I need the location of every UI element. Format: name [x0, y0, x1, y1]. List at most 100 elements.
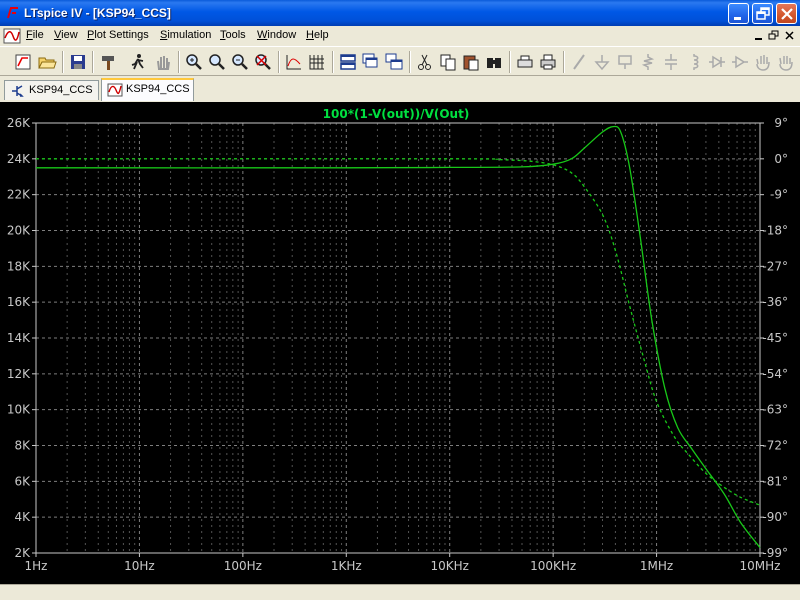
- left-axis-ticks: 26K 24K 22K 20K 18K 16K 14K 12K 10K 8K 6K 4K 2K: [7, 116, 36, 560]
- zoom-fit-icon[interactable]: [253, 52, 273, 72]
- x-tick-label: 10KHz: [430, 559, 468, 573]
- y-right-tick-label: -99°: [762, 546, 788, 560]
- restore-button[interactable]: [752, 3, 773, 24]
- y-left-tick-label: 4K: [14, 510, 31, 524]
- y-left-tick-label: 12K: [7, 367, 31, 381]
- ground-icon[interactable]: [592, 52, 612, 72]
- y-left-tick-label: 6K: [14, 474, 31, 488]
- tile-vertical-icon[interactable]: [384, 52, 404, 72]
- close-button[interactable]: [776, 3, 797, 24]
- toolbar: [0, 46, 800, 76]
- waveform-icon: [107, 83, 123, 97]
- print-setup-icon[interactable]: [515, 52, 535, 72]
- print-icon[interactable]: [538, 52, 558, 72]
- menu-plot-settings[interactable]: Plot Settings: [87, 29, 149, 41]
- y-left-tick-label: 14K: [7, 331, 31, 345]
- x-axis-ticks: 1Hz 10Hz 100Hz 1KHz 10KHz 100KHz 1MHz 10MHz: [25, 553, 781, 573]
- x-tick-label: 1KHz: [331, 559, 362, 573]
- y-right-tick-label: -72°: [762, 439, 788, 453]
- minimize-button[interactable]: [728, 3, 749, 24]
- x-tick-label: 1MHz: [640, 559, 673, 573]
- tab-schematic[interactable]: KSP94_CCS: [4, 80, 99, 100]
- menu-simulation[interactable]: Simulation: [160, 29, 211, 41]
- zoom-out-icon[interactable]: [230, 52, 250, 72]
- menu-help[interactable]: Help: [306, 29, 329, 41]
- y-left-tick-label: 10K: [7, 403, 31, 417]
- component-icon[interactable]: [730, 52, 750, 72]
- tile-horizontal-icon[interactable]: [338, 52, 358, 72]
- mdi-minimize-button[interactable]: [752, 29, 766, 42]
- cut-scissors-icon[interactable]: [415, 52, 435, 72]
- y-left-tick-label: 24K: [7, 152, 31, 166]
- document-tab-bar: KSP94_CCS KSP94_CCS: [0, 77, 800, 101]
- schematic-icon: [10, 84, 26, 98]
- zoom-in-icon[interactable]: [207, 52, 227, 72]
- zoom-area-icon[interactable]: [184, 52, 204, 72]
- y-right-tick-label: 9°: [774, 116, 788, 130]
- status-bar: [0, 584, 800, 600]
- y-right-tick-label: -45°: [762, 331, 788, 345]
- control-panel-hammer-icon[interactable]: [99, 52, 119, 72]
- y-right-tick-label: -63°: [762, 403, 788, 417]
- y-right-tick-label: -90°: [762, 510, 788, 524]
- ltspice-logo-icon: [5, 5, 21, 21]
- y-right-tick-label: -54°: [762, 367, 788, 381]
- diode-icon[interactable]: [707, 52, 727, 72]
- x-tick-label: 10MHz: [740, 559, 781, 573]
- x-tick-label: 100Hz: [224, 559, 262, 573]
- find-binoculars-icon[interactable]: [484, 52, 504, 72]
- mdi-close-button[interactable]: [783, 29, 797, 42]
- waveform-plot-pane[interactable]: 100*(1-V(out))/V(Out) 26K 24K 22K 20K 18K 16K…: [0, 102, 800, 584]
- y-left-tick-label: 22K: [7, 188, 31, 202]
- plot-grid: [36, 123, 760, 553]
- right-axis-ticks: 9° 0° -9° -18° -27° -36° -45° -54° -63° -72° -81° -…: [760, 116, 788, 560]
- y-left-tick-label: 2K: [14, 546, 31, 560]
- tab-waveform-label: KSP94_CCS: [126, 83, 190, 95]
- waveform-window-icon[interactable]: [3, 28, 21, 44]
- copy-icon[interactable]: [438, 52, 458, 72]
- run-icon[interactable]: [128, 52, 148, 72]
- trace-expression-label[interactable]: 100*(1-V(out))/V(Out): [323, 107, 470, 121]
- y-right-tick-label: -27°: [762, 259, 788, 273]
- tab-schematic-label: KSP94_CCS: [29, 84, 93, 96]
- mdi-restore-button[interactable]: [767, 29, 781, 42]
- x-tick-label: 10Hz: [124, 559, 155, 573]
- y-right-tick-label: -81°: [762, 474, 788, 488]
- y-left-tick-label: 20K: [7, 224, 31, 238]
- resistor-icon[interactable]: [638, 52, 658, 72]
- window-title: LTspice IV - [KSP94_CCS]: [24, 6, 171, 20]
- y-right-tick-label: 0°: [774, 152, 788, 166]
- autorange-icon[interactable]: [284, 52, 304, 72]
- paste-icon[interactable]: [461, 52, 481, 72]
- grid-icon[interactable]: [307, 52, 327, 72]
- y-right-tick-label: -36°: [762, 295, 788, 309]
- tab-waveform[interactable]: KSP94_CCS: [101, 78, 194, 101]
- menu-file[interactable]: File: [26, 29, 44, 41]
- x-tick-label: 1Hz: [25, 559, 48, 573]
- menu-bar: File View Plot Settings Simulation Tools…: [0, 26, 800, 46]
- label-net-icon[interactable]: [615, 52, 635, 72]
- halt-hand-icon[interactable]: [153, 52, 173, 72]
- y-right-tick-label: -9°: [770, 188, 788, 202]
- y-left-tick-label: 18K: [7, 259, 31, 273]
- capacitor-icon[interactable]: [661, 52, 681, 72]
- title-bar[interactable]: LTspice IV - [KSP94_CCS]: [0, 0, 800, 26]
- y-left-tick-label: 26K: [7, 116, 31, 130]
- x-tick-label: 100KHz: [530, 559, 576, 573]
- inductor-icon[interactable]: [684, 52, 704, 72]
- y-right-tick-label: -18°: [762, 224, 788, 238]
- save-icon[interactable]: [68, 52, 88, 72]
- y-left-tick-label: 8K: [14, 439, 31, 453]
- waveform-chart[interactable]: 100*(1-V(out))/V(Out) 26K 24K 22K 20K 18K 16K…: [0, 102, 800, 584]
- drag-hand-icon[interactable]: [776, 52, 796, 72]
- cascade-icon[interactable]: [361, 52, 381, 72]
- y-left-tick-label: 16K: [7, 295, 31, 309]
- new-schematic-icon[interactable]: [13, 52, 33, 72]
- move-hand-icon[interactable]: [753, 52, 773, 72]
- menu-tools[interactable]: Tools: [220, 29, 246, 41]
- ltspice-window: LTspice IV - [KSP94_CCS] File View Plot …: [0, 0, 800, 600]
- menu-window[interactable]: Window: [257, 29, 296, 41]
- open-folder-icon[interactable]: [37, 52, 57, 72]
- menu-view[interactable]: View: [54, 29, 78, 41]
- wire-icon[interactable]: [569, 52, 589, 72]
